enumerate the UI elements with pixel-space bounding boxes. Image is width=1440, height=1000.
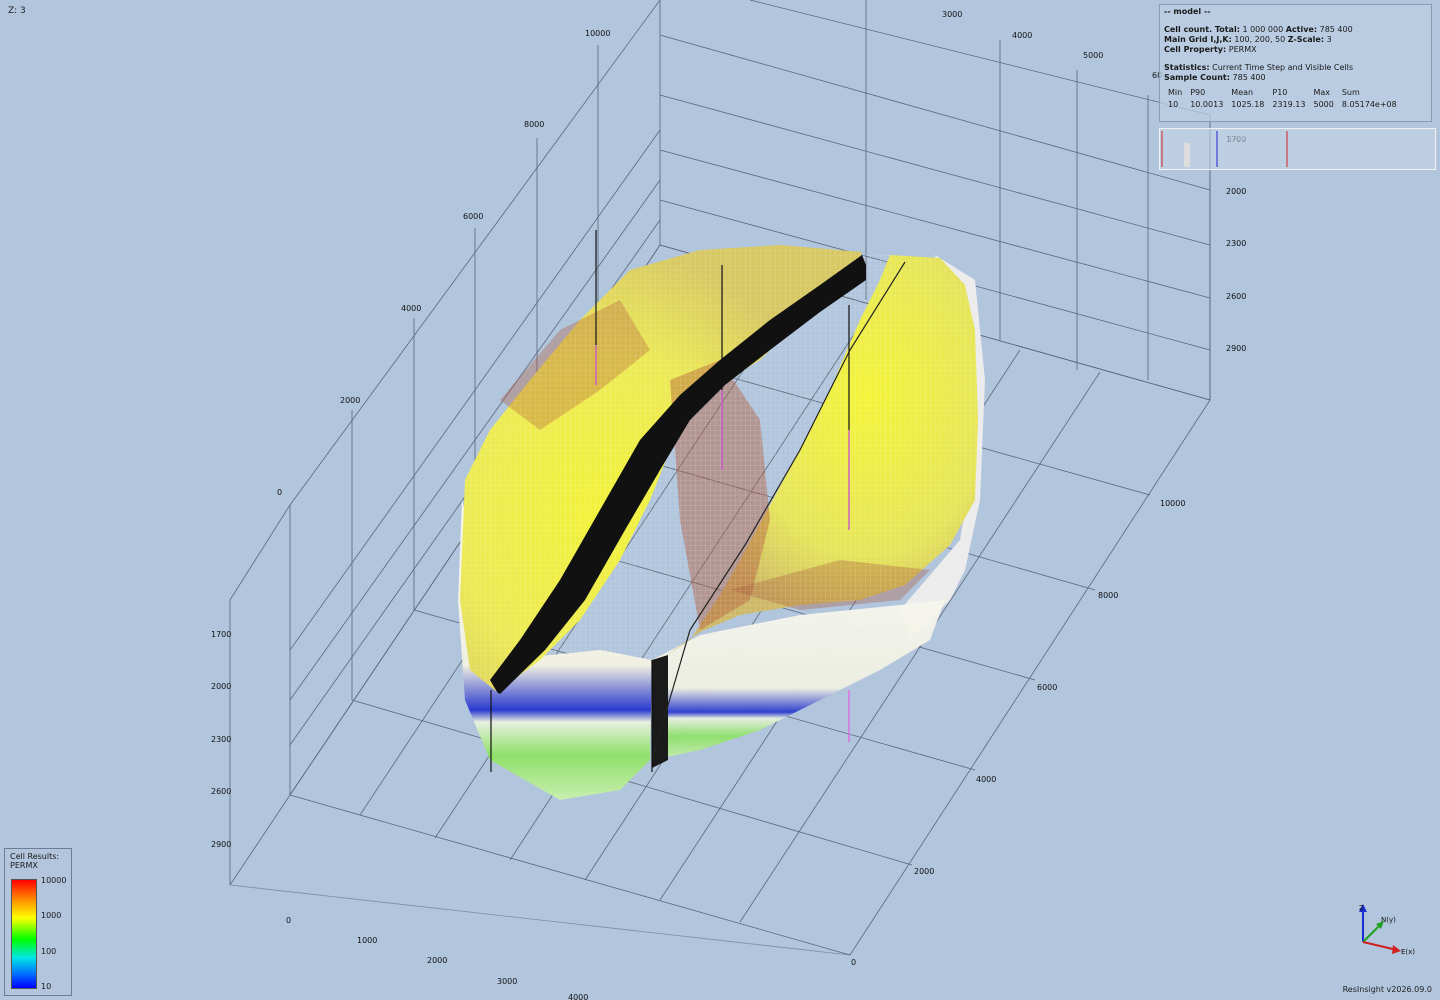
legend-color-bar xyxy=(11,879,37,989)
tick-right-depth: 2300 xyxy=(1226,239,1246,248)
triad-z-label: Z xyxy=(1359,904,1364,912)
model-info-panel: -- model -- Cell count. Total: 1 000 000… xyxy=(1159,4,1432,122)
histogram-plot: 1700 xyxy=(1161,131,1288,167)
tick-bottom-front: 0 xyxy=(286,916,291,925)
stats-header: Max xyxy=(1313,88,1331,97)
tick-left-vertical: 6000 xyxy=(463,212,483,221)
stats-value-row: 10 10.0013 1025.18 2319.13 5000 8.05174e… xyxy=(1164,99,1401,111)
statistics-row: Statistics: Current Time Step and Visibl… xyxy=(1164,63,1353,72)
stats-value: 2319.13 xyxy=(1272,100,1306,109)
tick-right-depth: 2000 xyxy=(1226,187,1246,196)
tick-back-top: 5000 xyxy=(1083,51,1103,60)
tick-right-depth: 2600 xyxy=(1226,292,1246,301)
tick-left-vertical: 10000 xyxy=(585,29,610,38)
tick-left-depth: 1700 xyxy=(211,630,231,639)
triad-n-label: N(y) xyxy=(1381,916,1396,924)
version-label: ResInsight v2026.09.0 xyxy=(1342,985,1432,994)
stats-header-row: Min P90 Mean P10 Max Sum xyxy=(1164,87,1401,99)
tick-left-depth: 2300 xyxy=(211,735,231,744)
tick-left-depth: 2000 xyxy=(211,682,231,691)
stats-header: P90 xyxy=(1190,88,1206,97)
stats-value: 10.0013 xyxy=(1190,100,1224,109)
tick-back-top: 4000 xyxy=(1012,31,1032,40)
legend-level: 1000 xyxy=(41,911,62,920)
legend-level: 100 xyxy=(41,947,57,956)
tick-bottom-front: 4000 xyxy=(568,993,588,1000)
tick-right-front: 10000 xyxy=(1160,499,1185,508)
legend-title: Cell Results: xyxy=(10,852,60,861)
stats-header: P10 xyxy=(1272,88,1288,97)
tick-left-vertical: 4000 xyxy=(401,304,421,313)
n-axis-arrow xyxy=(1362,923,1382,943)
tick-bottom-front: 2000 xyxy=(427,956,447,965)
stats-header: Min xyxy=(1168,88,1183,97)
sample-count-row: Sample Count: 785 400 xyxy=(1164,73,1266,82)
stats-value: 8.05174e+08 xyxy=(1341,100,1397,109)
color-legend: Cell Results: PERMX 10000 1000 100 10 xyxy=(4,848,72,996)
tick-right-depth: 2900 xyxy=(1226,344,1246,353)
e-axis-arrow xyxy=(1362,941,1398,951)
tick-left-vertical: 2000 xyxy=(340,396,360,405)
tick-right-front: 2000 xyxy=(914,867,934,876)
cell-property-row: Cell Property: PERMX xyxy=(1164,45,1257,54)
model-title: -- model -- xyxy=(1164,7,1211,16)
tick-back-top: 3000 xyxy=(942,10,962,19)
tick-right-front: 4000 xyxy=(976,775,996,784)
histogram: 1700 xyxy=(1159,128,1436,170)
tick-left-depth: 2600 xyxy=(211,787,231,796)
cell-count-row: Cell count. Total: 1 000 000 Active: 785… xyxy=(1164,25,1353,34)
tick-bottom-front: 3000 xyxy=(497,977,517,986)
statistics-table: Min P90 Mean P10 Max Sum 10 10.0013 1025… xyxy=(1164,87,1401,111)
triad-e-label: E(x) xyxy=(1401,948,1415,956)
axis-triad[interactable]: Z N(y) E(x) xyxy=(1345,900,1415,960)
tick-left-vertical: 8000 xyxy=(524,120,544,129)
tick-right-front: 0 xyxy=(851,958,856,967)
stats-value: 1025.18 xyxy=(1231,100,1265,109)
tick-left-vertical: 0 xyxy=(277,488,282,497)
tick-right-front: 8000 xyxy=(1098,591,1118,600)
legend-property: PERMX xyxy=(10,861,38,870)
histogram-label: 1700 xyxy=(1228,135,1246,143)
legend-level: 10 xyxy=(41,982,52,991)
stats-value: 5000 xyxy=(1313,100,1334,109)
legend-level: 10000 xyxy=(41,876,67,885)
tick-left-depth: 2900 xyxy=(211,840,231,849)
stats-header: Sum xyxy=(1341,88,1360,97)
tick-bottom-front: 1000 xyxy=(357,936,377,945)
stats-header: Mean xyxy=(1231,88,1254,97)
stats-value: 10 xyxy=(1168,100,1179,109)
main-grid-row: Main Grid I,J,K: 100, 200, 50 Z-Scale: 3 xyxy=(1164,35,1332,44)
tick-right-front: 6000 xyxy=(1037,683,1057,692)
